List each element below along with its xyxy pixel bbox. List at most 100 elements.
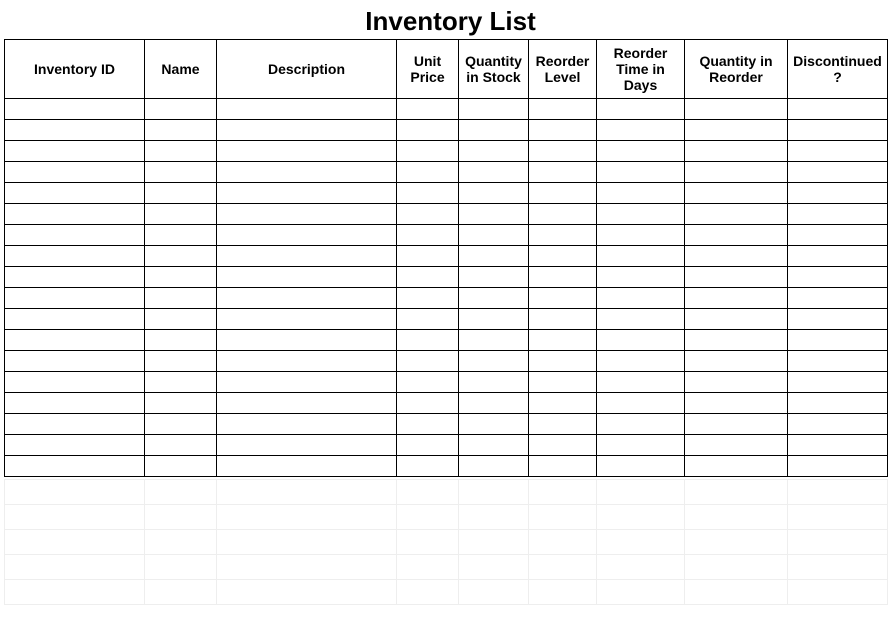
cell[interactable] [397,580,459,605]
cell[interactable] [685,505,788,530]
cell[interactable] [217,393,397,414]
cell[interactable] [529,288,597,309]
cell[interactable] [217,372,397,393]
cell[interactable] [597,480,685,505]
cell[interactable] [788,183,888,204]
cell[interactable] [459,141,529,162]
cell[interactable] [788,480,888,505]
cell[interactable] [529,183,597,204]
cell[interactable] [459,225,529,246]
cell[interactable] [685,580,788,605]
cell[interactable] [397,435,459,456]
cell[interactable] [529,141,597,162]
cell[interactable] [5,505,145,530]
cell[interactable] [685,183,788,204]
cell[interactable] [145,555,217,580]
cell[interactable] [685,246,788,267]
cell[interactable] [459,99,529,120]
cell[interactable] [788,162,888,183]
cell[interactable] [597,204,685,225]
cell[interactable] [788,120,888,141]
cell[interactable] [145,288,217,309]
cell[interactable] [685,309,788,330]
cell[interactable] [145,141,217,162]
cell[interactable] [459,555,529,580]
cell[interactable] [459,372,529,393]
cell[interactable] [397,505,459,530]
cell[interactable] [145,183,217,204]
cell[interactable] [397,99,459,120]
cell[interactable] [788,225,888,246]
cell[interactable] [397,309,459,330]
cell[interactable] [5,120,145,141]
cell[interactable] [217,580,397,605]
cell[interactable] [145,435,217,456]
cell[interactable] [597,530,685,555]
cell[interactable] [597,267,685,288]
cell[interactable] [788,99,888,120]
cell[interactable] [397,351,459,372]
cell[interactable] [5,246,145,267]
cell[interactable] [597,351,685,372]
cell[interactable] [459,309,529,330]
cell[interactable] [788,141,888,162]
cell[interactable] [145,309,217,330]
cell[interactable] [529,480,597,505]
cell[interactable] [5,530,145,555]
cell[interactable] [597,99,685,120]
cell[interactable] [145,505,217,530]
cell[interactable] [217,330,397,351]
cell[interactable] [459,456,529,477]
cell[interactable] [597,246,685,267]
cell[interactable] [529,555,597,580]
cell[interactable] [529,204,597,225]
cell[interactable] [5,393,145,414]
cell[interactable] [397,120,459,141]
cell[interactable] [597,435,685,456]
cell[interactable] [685,204,788,225]
cell[interactable] [5,309,145,330]
cell[interactable] [597,555,685,580]
cell[interactable] [5,162,145,183]
cell[interactable] [597,288,685,309]
cell[interactable] [597,162,685,183]
cell[interactable] [217,555,397,580]
cell[interactable] [5,414,145,435]
cell[interactable] [788,580,888,605]
cell[interactable] [685,267,788,288]
cell[interactable] [145,204,217,225]
cell[interactable] [145,530,217,555]
cell[interactable] [5,225,145,246]
cell[interactable] [217,288,397,309]
cell[interactable] [788,555,888,580]
cell[interactable] [145,330,217,351]
cell[interactable] [685,480,788,505]
cell[interactable] [529,267,597,288]
cell[interactable] [788,351,888,372]
cell[interactable] [217,162,397,183]
cell[interactable] [459,580,529,605]
cell[interactable] [459,505,529,530]
cell[interactable] [145,393,217,414]
cell[interactable] [217,530,397,555]
cell[interactable] [788,435,888,456]
cell[interactable] [529,393,597,414]
cell[interactable] [5,351,145,372]
cell[interactable] [145,246,217,267]
cell[interactable] [459,183,529,204]
cell[interactable] [5,456,145,477]
cell[interactable] [529,456,597,477]
cell[interactable] [217,225,397,246]
cell[interactable] [788,246,888,267]
cell[interactable] [529,435,597,456]
cell[interactable] [397,480,459,505]
cell[interactable] [529,351,597,372]
cell[interactable] [685,162,788,183]
cell[interactable] [5,288,145,309]
cell[interactable] [217,99,397,120]
cell[interactable] [685,414,788,435]
cell[interactable] [685,225,788,246]
cell[interactable] [397,393,459,414]
cell[interactable] [217,480,397,505]
cell[interactable] [529,225,597,246]
